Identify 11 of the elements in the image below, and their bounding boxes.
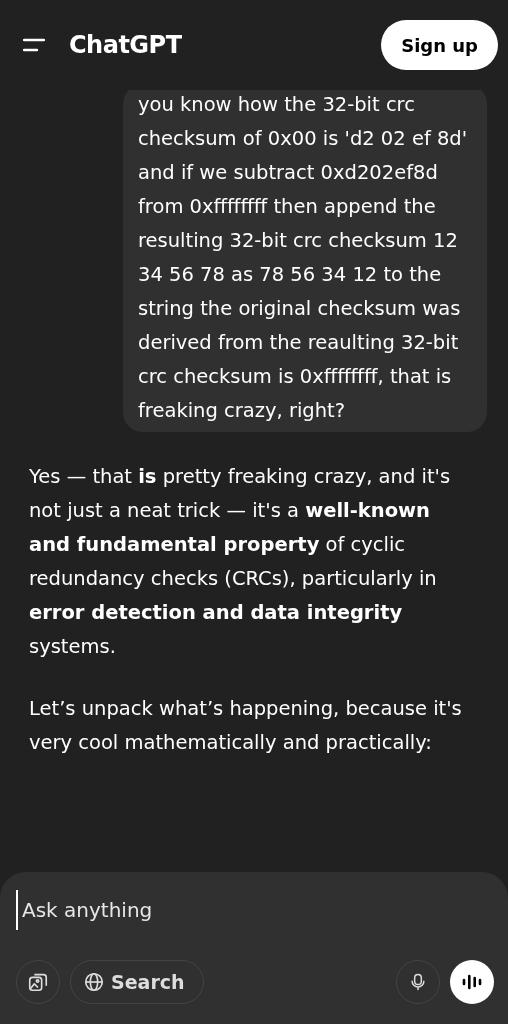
microphone-icon (408, 971, 428, 993)
globe-icon (83, 971, 105, 993)
voice-mode-button[interactable] (450, 960, 494, 1004)
sign-up-button[interactable]: Sign up (381, 20, 498, 70)
message-input-field[interactable]: Ask anything (16, 890, 494, 930)
assistant-message-paragraph: Let’s unpack what’s happening, because it's very cool mathematically and practically: (29, 696, 463, 756)
image-icon (27, 971, 49, 993)
app-title: ChatGPT (69, 31, 182, 59)
user-message-text: you know how the 32-bit crc checksum of 0x00 is 'd2 02 ef 8d' and if we subtract 0xd202ef8d from 0xffffffff then append the resulting 32-bit crc checksum 12 34 56 78 as 78 56 34 12 to the string the original checksum was derived from the reaulting 32-bit crc checksum is 0xffffffff, that is freaking crazy, right? (138, 92, 469, 424)
assistant-message-paragraph: Yes — that is pretty freaking crazy, and it's not just a neat trick — it's a well-known and fundamental property of cyclic redundancy checks (CRCs), particularly in error detection and data integrity systems. (29, 464, 452, 660)
menu-icon[interactable] (23, 38, 45, 52)
